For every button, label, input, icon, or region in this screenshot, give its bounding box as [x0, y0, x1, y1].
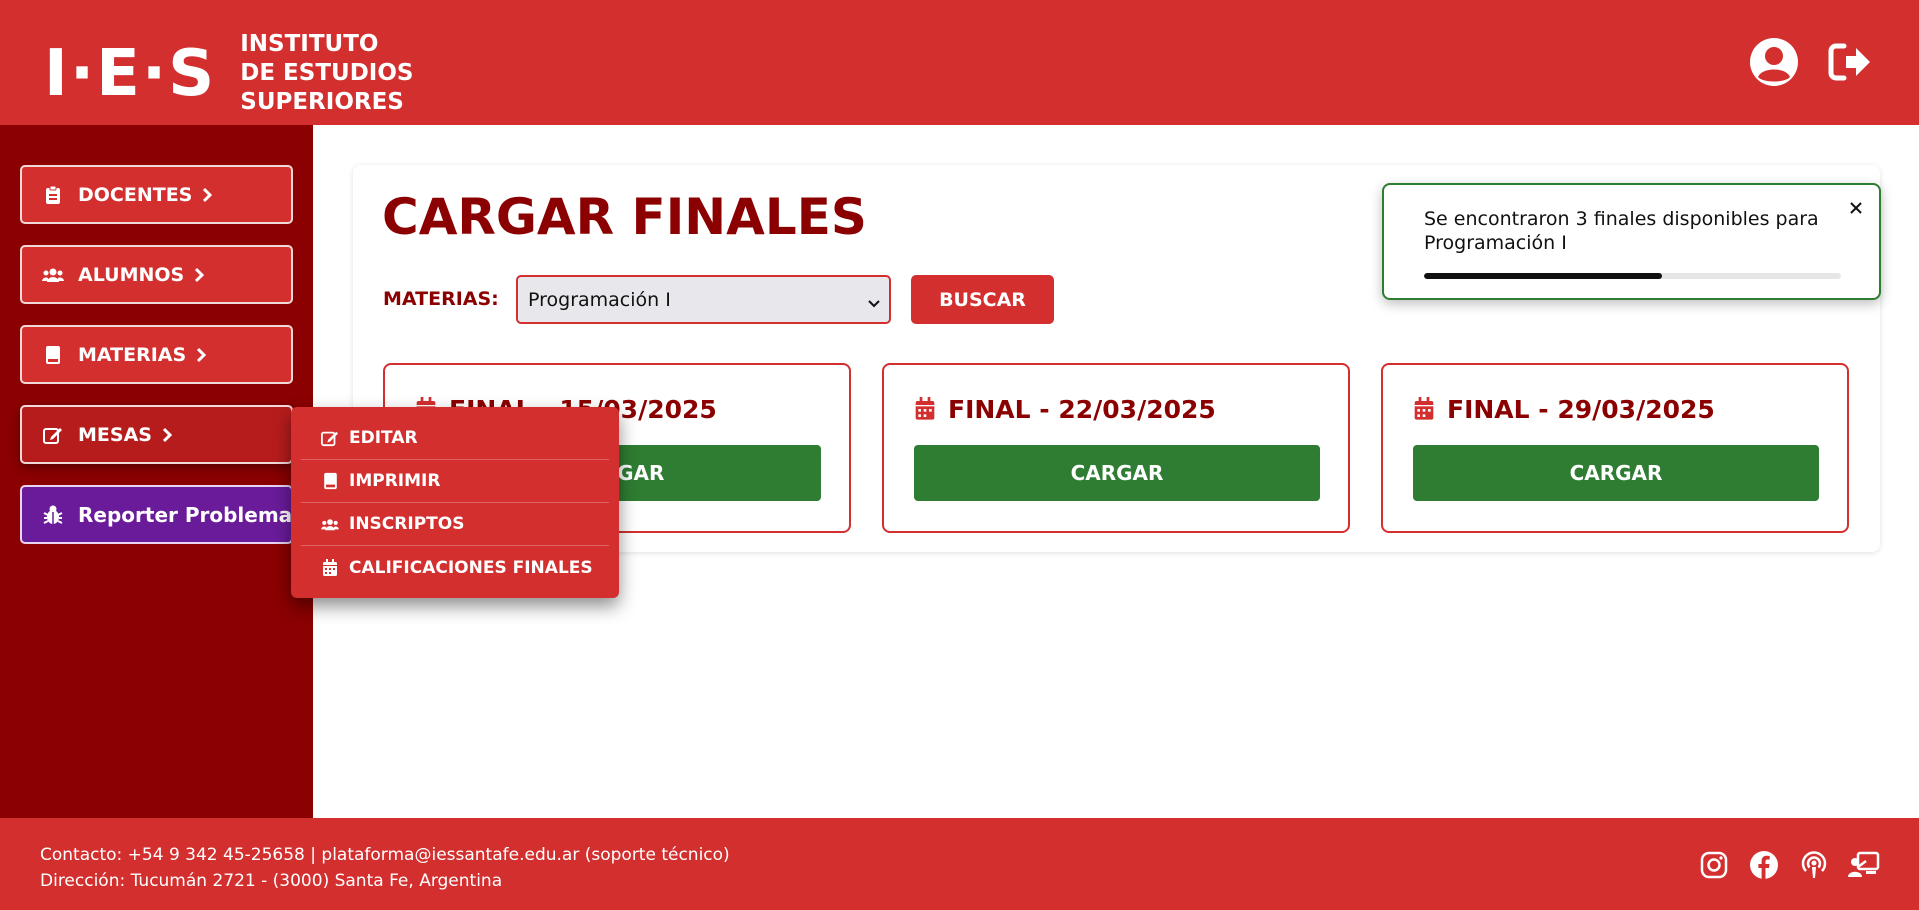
materias-filter-label: MATERIAS: [383, 288, 499, 310]
top-header: I·E·S INSTITUTO DE ESTUDIOS SUPERIORES [0, 0, 1919, 125]
logo-line-1: INSTITUTO [240, 31, 379, 57]
sidebar-item-label: DOCENTES [78, 183, 193, 206]
final-card-title: FINAL - 29/03/2025 [1413, 395, 1715, 424]
chevron-right-icon [194, 267, 205, 283]
materias-select[interactable]: Programación I [516, 275, 891, 324]
sidebar-item-docentes[interactable]: DOCENTES [20, 165, 293, 224]
calendar-icon [321, 558, 339, 577]
users-icon [42, 264, 64, 286]
report-problem-button[interactable]: Reporter Problema [20, 485, 293, 544]
classroom-link[interactable] [1847, 848, 1881, 882]
toast-message: Se encontraron 3 finales disponibles par… [1424, 208, 1819, 254]
logo-line-2: DE ESTUDIOS [240, 60, 414, 86]
sidebar-item-alumnos[interactable]: ALUMNOS [20, 245, 293, 304]
cargar-button[interactable]: CARGAR [914, 445, 1320, 501]
sidebar [0, 125, 313, 818]
toast-progress-fill [1424, 273, 1662, 279]
logo-line-3: SUPERIORES [240, 89, 404, 115]
facebook-link[interactable] [1747, 848, 1781, 882]
clipboard-icon [42, 184, 64, 206]
final-card: FINAL - 29/03/2025 CARGAR [1381, 363, 1849, 533]
report-problem-label: Reporter Problema [78, 502, 293, 527]
chevron-right-icon [196, 347, 207, 363]
edit-icon [321, 429, 339, 447]
menu-item-label: INSCRIPTOS [349, 514, 465, 534]
cargar-button[interactable]: CARGAR [1413, 445, 1819, 501]
calendar-icon [914, 396, 938, 423]
book-icon [321, 472, 339, 490]
search-button[interactable]: BUSCAR [911, 275, 1054, 324]
podcast-link[interactable] [1797, 848, 1831, 882]
chevron-right-icon [202, 187, 213, 203]
logo-mark: I·E·S [44, 36, 217, 111]
user-circle-icon [1750, 38, 1798, 86]
chevron-right-icon [162, 427, 172, 443]
final-card: FINAL - 22/03/2025 CARGAR [882, 363, 1350, 533]
menu-item-label: IMPRIMIR [349, 471, 441, 491]
instagram-link[interactable] [1697, 848, 1731, 882]
menu-item-imprimir[interactable]: IMPRIMIR [301, 460, 609, 503]
classroom-icon [1848, 851, 1880, 877]
bug-icon [42, 504, 64, 526]
sidebar-item-materias[interactable]: MATERIAS [20, 325, 293, 384]
footer-contact: Contacto: +54 9 342 45-25658 | plataform… [40, 845, 730, 865]
ies-logo[interactable]: I·E·S INSTITUTO DE ESTUDIOS SUPERIORES [44, 30, 413, 117]
instagram-icon [1700, 851, 1728, 879]
final-card-title: FINAL - 22/03/2025 [914, 395, 1216, 424]
toast-progress-track [1424, 273, 1841, 279]
footer: Contacto: +54 9 342 45-25658 | plataform… [0, 818, 1919, 910]
mesas-dropdown-menu: EDITAR IMPRIMIR INSCRIPTOS CALIFICACIONE… [291, 407, 619, 598]
calendar-icon [1413, 396, 1437, 423]
menu-item-label: EDITAR [349, 428, 418, 448]
menu-item-label: CALIFICACIONES FINALES [349, 557, 593, 578]
chevron-down-icon [867, 292, 881, 314]
sidebar-item-label: MATERIAS [78, 343, 187, 366]
edit-icon [42, 424, 64, 446]
footer-address: Dirección: Tucumán 2721 - (3000) Santa F… [40, 871, 503, 891]
logout-icon [1828, 43, 1870, 81]
sidebar-item-label: ALUMNOS [78, 263, 185, 286]
page-title: CARGAR FINALES [382, 188, 867, 246]
sidebar-item-label: MESAS [78, 423, 152, 446]
selected-subject: Programación I [528, 288, 671, 311]
menu-item-editar[interactable]: EDITAR [301, 417, 609, 460]
close-icon [1850, 202, 1862, 214]
podcast-icon [1801, 851, 1827, 878]
final-date-label: FINAL - 22/03/2025 [948, 395, 1216, 424]
logo-text: INSTITUTO DE ESTUDIOS SUPERIORES [240, 30, 413, 117]
footer-contact-block: Contacto: +54 9 342 45-25658 | plataform… [40, 842, 730, 894]
user-profile-button[interactable] [1748, 36, 1800, 88]
toast-notification: Se encontraron 3 finales disponibles par… [1382, 183, 1881, 300]
final-date-label: FINAL - 29/03/2025 [1447, 395, 1715, 424]
menu-item-calificaciones-finales[interactable]: CALIFICACIONES FINALES [301, 546, 609, 589]
sidebar-item-mesas[interactable]: MESAS [20, 405, 293, 464]
users-icon [321, 515, 339, 533]
book-icon [42, 344, 64, 366]
logout-button[interactable] [1824, 36, 1876, 88]
toast-close-button[interactable] [1845, 197, 1867, 219]
menu-item-inscriptos[interactable]: INSCRIPTOS [301, 503, 609, 546]
facebook-icon [1750, 851, 1778, 879]
